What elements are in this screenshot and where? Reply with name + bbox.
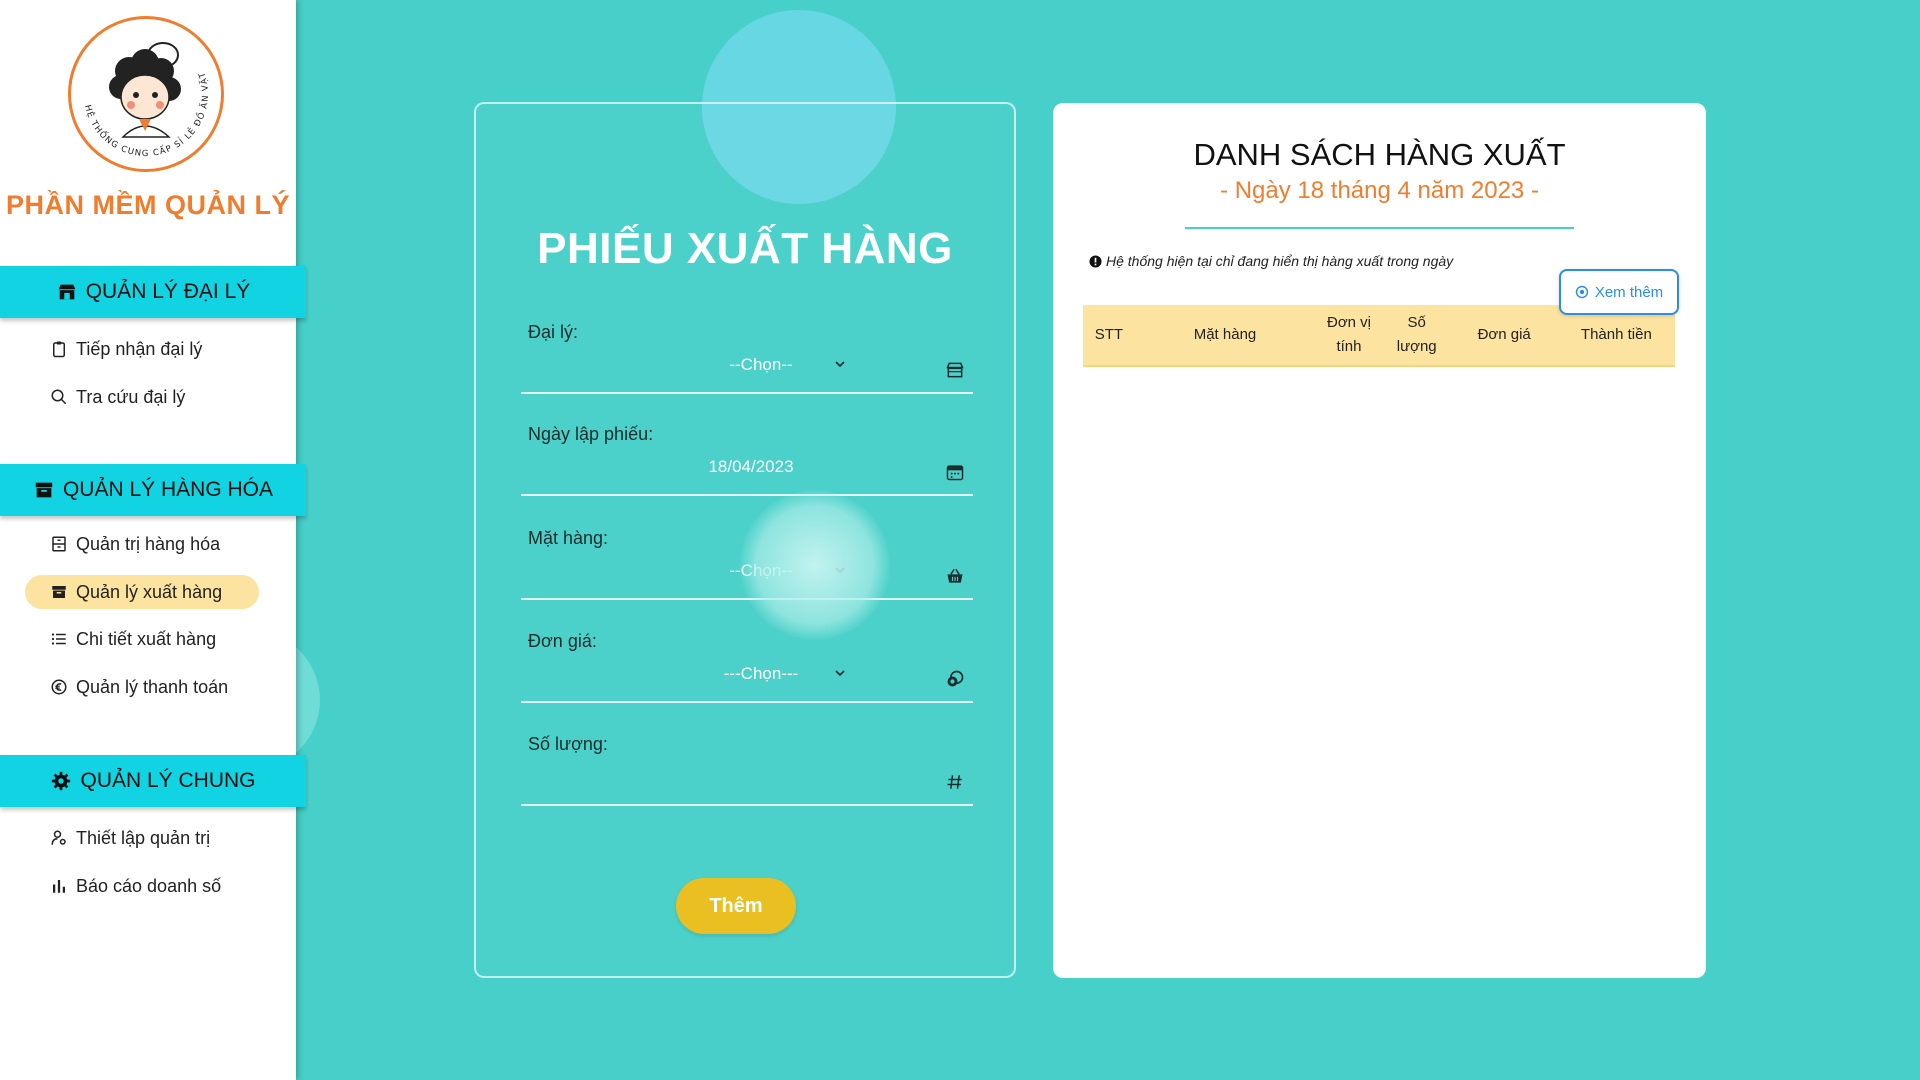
brand-name: PHẦN MỀM QUẢN LÝ xyxy=(6,190,290,220)
sidebar-item-export-details[interactable]: Chi tiết xuất hàng xyxy=(50,624,216,654)
gear-icon xyxy=(52,771,71,791)
sidebar-item-label: Tiếp nhận đại lý xyxy=(76,338,203,359)
coins-icon xyxy=(947,670,964,687)
quantity-field[interactable]: Số lượng: xyxy=(521,734,973,824)
brand-logo: HỆ THỐNG CUNG CẤP SỈ LẺ ĐỒ ĂN VẶT xyxy=(68,16,224,172)
section-agency-management: QUẢN LÝ ĐẠI LÝ xyxy=(0,266,306,318)
list-date: - Ngày 18 tháng 4 năm 2023 - xyxy=(1220,177,1539,204)
column-header: Đơn vị tính xyxy=(1326,314,1371,355)
clipboard-icon xyxy=(53,341,65,358)
section-label: QUẢN LÝ CHUNG xyxy=(80,769,256,792)
sidebar-item-label: Chi tiết xuất hàng xyxy=(76,628,217,649)
store-icon xyxy=(946,362,964,378)
field-underline xyxy=(521,392,973,394)
view-more-button[interactable]: Xem thêm xyxy=(1559,269,1679,315)
divider xyxy=(1185,227,1574,229)
archive-icon xyxy=(35,482,53,498)
agency-select[interactable]: Đại lý: --Chọn-- xyxy=(521,322,973,412)
chef-mascot-icon xyxy=(109,42,181,138)
export-list-panel: DANH SÁCH HÀNG XUẤT - Ngày 18 tháng 4 nă… xyxy=(1053,103,1706,978)
sidebar-item-label: Quản lý thanh toán xyxy=(76,676,229,697)
refresh-circle-icon xyxy=(1575,285,1589,299)
column-header: Đơn giá xyxy=(1477,326,1531,343)
unit-price-select[interactable]: Đơn giá: ---Chọn--- xyxy=(521,631,973,721)
list-icon xyxy=(51,633,66,645)
column-header: STT xyxy=(1094,326,1124,343)
notice-text: Hệ thống hiện tại chỉ đang hiển thị hàng… xyxy=(1106,253,1454,269)
sidebar-item-label: Thiết lập quản trị xyxy=(76,827,211,848)
section-general-management: QUẢN LÝ CHUNG xyxy=(0,755,306,807)
issue-date-value[interactable]: 18/04/2023 xyxy=(661,457,841,477)
sidebar-item-payment-management[interactable]: Quản lý thanh toán xyxy=(50,672,228,702)
calendar-icon[interactable] xyxy=(945,462,965,482)
decorative-glow xyxy=(740,490,890,640)
hash-icon xyxy=(947,775,962,789)
user-gear-icon xyxy=(51,830,66,845)
view-more-label: Xem thêm xyxy=(1594,283,1664,301)
quantity-input[interactable] xyxy=(528,764,932,798)
field-underline xyxy=(521,494,973,496)
box-icon xyxy=(52,586,66,598)
sidebar-item-export-management[interactable]: Quản lý xuất hàng xyxy=(25,575,259,609)
sidebar-item-label: Tra cứu đại lý xyxy=(76,386,186,407)
field-label: Ngày lập phiếu: xyxy=(528,424,654,444)
field-label: Số lượng: xyxy=(528,734,608,754)
sidebar-item-agency-intake[interactable]: Tiếp nhận đại lý xyxy=(50,334,202,364)
sidebar-item-sales-report[interactable]: Báo cáo doanh số xyxy=(50,871,221,901)
section-goods-management: QUẢN LÝ HÀNG HÓA xyxy=(0,464,306,516)
column-header: Mặt hàng xyxy=(1193,326,1257,343)
section-label: QUẢN LÝ HÀNG HÓA xyxy=(62,478,274,501)
form-title: PHIẾU XUẤT HÀNG xyxy=(537,224,953,273)
section-label: QUẢN LÝ ĐẠI LÝ xyxy=(85,280,251,303)
bar-chart-icon xyxy=(53,880,65,893)
chevron-down-icon[interactable] xyxy=(834,667,846,679)
sidebar-item-label: Quản trị hàng hóa xyxy=(76,533,221,554)
info-icon xyxy=(1089,254,1102,268)
agency-select-value[interactable]: --Chọn-- xyxy=(671,355,851,375)
field-label: Đơn giá: xyxy=(528,631,597,651)
field-label: Đại lý: xyxy=(528,322,579,342)
search-icon xyxy=(51,389,67,405)
euro-icon xyxy=(51,679,67,695)
field-underline xyxy=(521,701,973,703)
notice: Hệ thống hiện tại chỉ đang hiển thị hàng… xyxy=(1089,253,1453,269)
chevron-down-icon[interactable] xyxy=(834,358,846,370)
add-button[interactable]: Thêm xyxy=(676,878,796,934)
column-header: Số lượng xyxy=(1396,314,1437,355)
field-label: Mặt hàng: xyxy=(528,528,609,548)
list-title: DANH SÁCH HÀNG XUẤT xyxy=(1193,137,1566,172)
sidebar-item-goods-admin[interactable]: Quản trị hàng hóa xyxy=(50,529,220,559)
basket-icon xyxy=(947,568,963,583)
unit-price-select-value[interactable]: ---Chọn--- xyxy=(671,664,851,684)
store-icon xyxy=(58,284,75,300)
sidebar-item-agency-search[interactable]: Tra cứu đại lý xyxy=(50,382,185,412)
sidebar-item-admin-settings[interactable]: Thiết lập quản trị xyxy=(50,823,210,853)
sidebar-item-label: Quản lý xuất hàng xyxy=(76,581,223,602)
field-underline xyxy=(521,804,973,806)
inventory-icon xyxy=(52,536,66,552)
issue-date-field[interactable]: Ngày lập phiếu: 18/04/2023 xyxy=(521,424,973,514)
sidebar-item-label: Báo cáo doanh số xyxy=(76,875,222,896)
sidebar: HỆ THỐNG CUNG CẤP SỈ LẺ ĐỒ ĂN VẶT PHẦN M… xyxy=(0,0,306,1080)
